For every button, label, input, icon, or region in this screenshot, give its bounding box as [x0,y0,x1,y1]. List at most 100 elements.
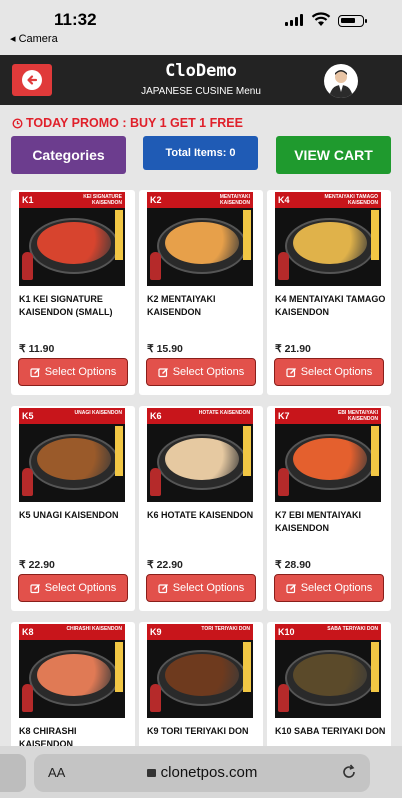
food-graphic [165,438,239,480]
product-code: K5 [22,411,34,421]
product-name: K4 MENTAIYAKI TAMAGO KAISENDON [275,294,386,317]
product-card[interactable]: K7 EBI MENTAIYAKI KAISENDON K7 EBI MENTAIY… [267,406,391,611]
select-options-label: Select Options [300,582,373,594]
side-banner-graphic [371,426,379,476]
food-graphic [293,222,367,264]
edit-icon [30,367,40,377]
product-code: K10 [278,627,295,637]
status-bar: 11:32 ◂ Camera [0,0,402,54]
view-cart-button[interactable]: VIEW CART [276,136,391,174]
product-image[interactable]: K8 CHIRASHI KAISENDON [19,624,125,718]
product-card[interactable]: K2 MENTAIYAKI KAISENDON K2 MENTAIYAKI KAIS… [139,190,263,395]
select-options-label: Select Options [172,582,245,594]
previous-tab[interactable] [0,754,26,792]
side-banner-graphic [243,642,251,692]
product-tag: CHIRASHI KAISENDON [66,626,122,632]
app-header: CloDemo JAPANESE CUSINE Menu [0,55,402,105]
status-time: 11:32 [54,10,97,29]
food-graphic [165,222,239,264]
side-banner-graphic [115,426,123,476]
side-banner-graphic [243,426,251,476]
select-options-button[interactable]: Select Options [18,574,128,602]
select-options-button[interactable]: Select Options [274,574,384,602]
food-graphic [293,654,367,696]
select-options-button[interactable]: Select Options [274,358,384,386]
promo-banner: TODAY PROMO : BUY 1 GET 1 FREE [12,116,243,130]
reload-icon[interactable] [340,763,358,781]
food-graphic [37,654,111,696]
mascot-graphic [150,468,161,496]
mascot-graphic [278,468,289,496]
promo-text: TODAY PROMO : BUY 1 GET 1 FREE [26,116,243,130]
select-options-button[interactable]: Select Options [146,358,256,386]
product-image[interactable]: K6 HOTATE KAISENDON [147,408,253,502]
total-items-button[interactable]: Total Items: 0 [143,136,258,170]
product-tag: MENTAIYAKI KAISENDON [219,194,250,206]
edit-icon [158,583,168,593]
product-card[interactable]: K1 KEI SIGNATURE KAISENDON K1 KEI SIGNATUR… [11,190,135,395]
product-card[interactable]: K4 MENTAIYAKI TAMAGO KAISENDON K4 MENTAIYA… [267,190,391,395]
product-image[interactable]: K7 EBI MENTAIYAKI KAISENDON [275,408,381,502]
back-to-camera-link[interactable]: ◂ Camera [10,32,58,45]
product-tag: MENTAIYAKI TAMAGO KAISENDON [324,194,378,206]
product-image[interactable]: K4 MENTAIYAKI TAMAGO KAISENDON [275,192,381,286]
select-options-label: Select Options [172,366,245,378]
food-graphic [165,654,239,696]
side-banner-graphic [115,642,123,692]
product-price: ₹ 22.90 [19,559,55,571]
product-code: K7 [278,411,290,421]
product-price: ₹ 22.90 [147,559,183,571]
lock-icon [146,769,156,777]
url-text: clonetpos.com [160,764,258,781]
edit-icon [30,583,40,593]
product-price: ₹ 21.90 [275,343,311,355]
battery-icon [338,15,367,27]
url-display: clonetpos.com [34,764,370,781]
product-tag: EBI MENTAIYAKI KAISENDON [337,410,378,422]
product-card[interactable]: K5 UNAGI KAISENDON K5 UNAGI KAISENDON ₹ 22.… [11,406,135,611]
mascot-graphic [22,684,33,712]
categories-button[interactable]: Categories [11,136,126,174]
product-image[interactable]: K5 UNAGI KAISENDON [19,408,125,502]
mascot-graphic [22,468,33,496]
mascot-graphic [150,252,161,280]
product-image[interactable]: K9 TORI TERIYAKI DON [147,624,253,718]
mascot-graphic [150,684,161,712]
select-options-button[interactable]: Select Options [146,574,256,602]
product-name: K10 SABA TERIYAKI DON [275,726,386,736]
user-avatar[interactable] [324,64,358,98]
food-graphic [37,222,111,264]
product-code: K4 [278,195,290,205]
product-image[interactable]: K2 MENTAIYAKI KAISENDON [147,192,253,286]
side-banner-graphic [371,642,379,692]
product-card[interactable]: K6 HOTATE KAISENDON K6 HOTATE KAISENDON ₹ 2… [139,406,263,611]
product-name: K2 MENTAIYAKI KAISENDON [147,294,216,317]
select-options-button[interactable]: Select Options [18,358,128,386]
mascot-graphic [278,684,289,712]
address-bar[interactable]: AA clonetpos.com [34,754,370,792]
product-code: K1 [22,195,34,205]
wifi-icon [311,12,331,26]
product-code: K9 [150,627,162,637]
product-code: K2 [150,195,162,205]
select-options-label: Select Options [44,582,117,594]
product-name: K6 HOTATE KAISENDON [147,510,254,520]
product-price: ₹ 11.90 [19,343,55,355]
product-image[interactable]: K1 KEI SIGNATURE KAISENDON [19,192,125,286]
select-options-label: Select Options [300,366,373,378]
mascot-graphic [22,252,33,280]
side-banner-graphic [371,210,379,260]
clock-icon [12,117,23,129]
product-tag: KEI SIGNATURE KAISENDON [83,194,122,206]
product-tag: UNAGI KAISENDON [74,410,122,416]
browser-bottom-bar: AA clonetpos.com [0,746,402,798]
product-image[interactable]: K10 SABA TERIYAKI DON [275,624,381,718]
product-tag: SABA TERIYAKI DON [327,626,378,632]
product-price: ₹ 28.90 [275,559,311,571]
cellular-signal-icon [285,14,303,26]
select-options-label: Select Options [44,366,117,378]
food-graphic [293,438,367,480]
product-price: ₹ 15.90 [147,343,183,355]
edit-icon [286,583,296,593]
product-tag: TORI TERIYAKI DON [201,626,250,632]
